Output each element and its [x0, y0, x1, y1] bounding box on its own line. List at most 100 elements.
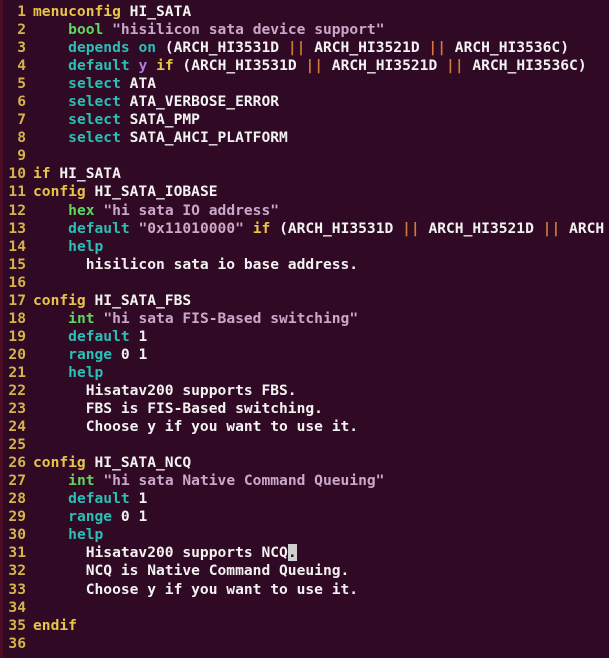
line-number: 7 [17, 111, 26, 129]
token-text: FBS is FIS-Based switching. [33, 400, 323, 418]
token-attr: help [68, 526, 104, 544]
token-attr: help [68, 363, 104, 381]
code-line[interactable]: 10 if HI_SATA [0, 165, 609, 183]
token-plain: ARCH [560, 219, 605, 237]
token-str: "hi sata Native Command Queuing" [103, 472, 385, 490]
line-number: 22 [8, 381, 26, 399]
token-plain: SATA_PMP [120, 111, 200, 129]
code-line[interactable]: 19 default 1 [0, 328, 609, 346]
line-number: 25 [8, 436, 26, 454]
code-line[interactable]: 26 config HI_SATA_NCQ [0, 454, 609, 472]
token-plain: ATA [120, 75, 157, 93]
code-editor-area[interactable]: 1 menuconfig HI_SATA 2 bool "hisilicon sat… [0, 3, 609, 658]
code-line[interactable]: 27 int "hi sata Native Command Queuing" [0, 472, 609, 490]
token-text: Choose y if you want to use it. [33, 418, 359, 436]
code-line[interactable]: 5 select ATA [0, 75, 609, 93]
code-line[interactable]: 18 int "hi sata FIS-Based switching" [0, 310, 609, 328]
token-plain: HI_SATA [120, 3, 192, 20]
code-line[interactable]: 32 NCQ is Native Command Queuing. [0, 562, 609, 580]
code-line[interactable]: 9 [0, 147, 609, 165]
code-line[interactable]: 35 endif [0, 617, 609, 635]
line-number: 8 [17, 129, 26, 147]
line-number: 12 [8, 201, 26, 219]
token-key: if [252, 219, 271, 237]
token-key: config [33, 183, 86, 201]
token-op: || [428, 39, 446, 57]
code-line[interactable]: 28 default 1 [0, 490, 609, 508]
line-number: 24 [8, 418, 26, 436]
token-plain: 1 [129, 327, 148, 345]
line-number: 16 [8, 273, 26, 291]
code-line[interactable]: 13 default "0x11010000" if (ARCH_HI3531D… [0, 220, 609, 238]
token-str: "hi sata IO address" [103, 201, 280, 219]
token-key: if [33, 165, 51, 183]
line-number: 10 [8, 165, 26, 183]
token-op: || [305, 57, 324, 75]
code-line[interactable]: 8 select SATA_AHCI_PLATFORM [0, 129, 609, 147]
token-key: menuconfig [33, 3, 121, 20]
code-line[interactable]: 25 [0, 436, 609, 454]
code-line[interactable]: 12 hex "hi sata IO address" [0, 202, 609, 220]
line-number: 3 [17, 39, 26, 57]
line-number: 31 [8, 544, 26, 562]
code-line[interactable]: 36 [0, 635, 609, 653]
token-plain: ARCH_HI3521D [419, 219, 543, 237]
token-plain: ARCH_HI3521D [305, 39, 429, 57]
code-line[interactable]: 15 hisilicon sata io base address. [0, 256, 609, 274]
code-line[interactable]: 34 [0, 599, 609, 617]
terminal-window[interactable]: 1 menuconfig HI_SATA 2 bool "hisilicon sat… [0, 0, 609, 658]
token-plain: ARCH_HI3536C) [446, 39, 570, 57]
token-key: config [33, 454, 86, 472]
code-line[interactable]: 2 bool "hisilicon sata device support" [0, 21, 609, 39]
line-number: 18 [8, 309, 26, 327]
code-line[interactable]: 30 help [0, 526, 609, 544]
token-type: hex [68, 201, 95, 219]
token-op: || [402, 219, 420, 237]
code-line[interactable]: 22 Hisatav200 supports FBS. [0, 382, 609, 400]
code-line[interactable]: 23 FBS is FIS-Based switching. [0, 400, 609, 418]
code-line[interactable]: 3 depends on (ARCH_HI3531D || ARCH_HI352… [0, 39, 609, 57]
line-number: 5 [17, 75, 26, 93]
token-plain: (ARCH_HI3531D [156, 39, 288, 57]
line-number: 1 [17, 3, 26, 20]
code-line[interactable]: 7 select SATA_PMP [0, 111, 609, 129]
code-line[interactable]: 31 Hisatav200 supports NCQ. [0, 544, 609, 562]
token-text: Choose y if you want to use it. [33, 580, 359, 598]
token-plain: 0 1 [112, 508, 148, 526]
code-line[interactable]: 6 select ATA_VERBOSE_ERROR [0, 93, 609, 111]
line-number: 19 [8, 327, 26, 345]
code-line[interactable]: 16 [0, 274, 609, 292]
code-line[interactable]: 20 range 0 1 [0, 346, 609, 364]
line-number: 36 [8, 634, 26, 652]
code-line[interactable]: 4 default y if (ARCH_HI3531D || ARCH_HI3… [0, 57, 609, 75]
token-key: endif [33, 616, 77, 634]
code-line[interactable]: 21 help [0, 364, 609, 382]
token-op: || [287, 39, 306, 57]
token-type: bool [68, 21, 104, 39]
line-number: 29 [8, 508, 26, 526]
code-line[interactable]: 33 Choose y if you want to use it. [0, 581, 609, 599]
token-plain: 0 1 [112, 345, 148, 363]
code-line[interactable]: 1 menuconfig HI_SATA [0, 3, 609, 21]
code-line[interactable]: 24 Choose y if you want to use it. [0, 418, 609, 436]
code-line[interactable]: 29 range 0 1 [0, 508, 609, 526]
token-bool: y [138, 57, 148, 75]
code-line[interactable]: 14 help [0, 238, 609, 256]
code-line[interactable]: 17 config HI_SATA_FBS [0, 292, 609, 310]
line-number: 26 [8, 454, 26, 472]
token-attr: help [68, 237, 104, 255]
code-line[interactable]: 11 config HI_SATA_IOBASE [0, 183, 609, 201]
